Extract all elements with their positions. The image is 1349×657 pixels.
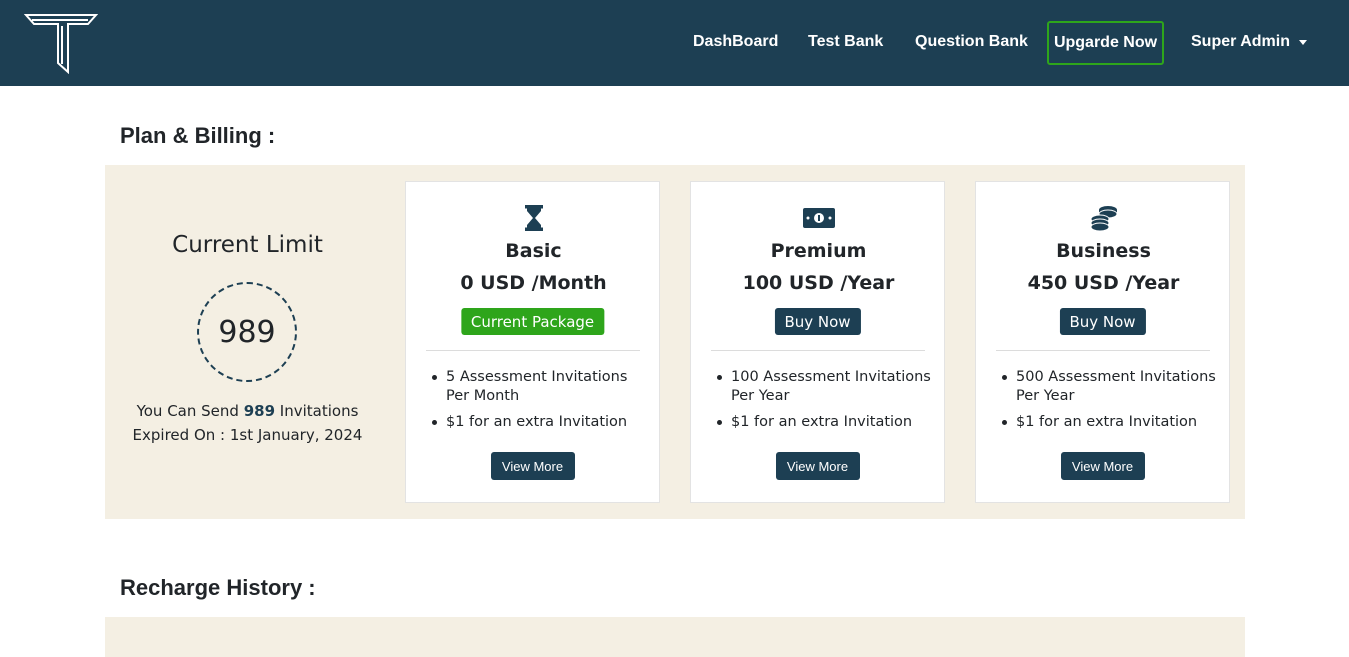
view-more-button[interactable]: View More [775, 452, 860, 480]
plan-name: Premium [770, 240, 867, 262]
user-menu-dropdown[interactable]: Super Admin [1191, 32, 1307, 52]
plan-billing-panel: Current Limit 989 You Can Send 989 Invit… [105, 165, 1245, 519]
plan-card-basic: Basic 0 USD /Month Current Package 5 Ass… [405, 181, 660, 503]
view-more-button[interactable]: View More [1060, 452, 1145, 480]
money-bill-icon [691, 204, 946, 232]
feature-item: 500 Assessment Invitations Per Year [1001, 368, 1216, 406]
plan-name: Basic [505, 240, 562, 262]
feature-item: $1 for an extra Invitation [716, 413, 931, 432]
plan-card-business: Business 450 USD /Year Buy Now 500 Asses… [975, 181, 1230, 503]
buy-now-button[interactable]: Buy Now [774, 308, 861, 335]
top-navbar: DashBoard Test Bank Question Bank Upgard… [0, 0, 1349, 86]
feature-item: $1 for an extra Invitation [431, 413, 646, 432]
plan-features: 5 Assessment Invitations Per Month $1 fo… [431, 368, 646, 439]
current-limit-count: 989 [197, 282, 297, 382]
recharge-history-panel [105, 617, 1245, 657]
plan-features: 100 Assessment Invitations Per Year $1 f… [716, 368, 931, 439]
feature-item: 5 Assessment Invitations Per Month [431, 368, 646, 406]
current-limit-block: Current Limit 989 You Can Send 989 Invit… [105, 165, 390, 519]
nav-dashboard-link[interactable]: DashBoard [693, 32, 778, 52]
send-count: 989 [243, 402, 276, 420]
invitations-remaining-text: You Can Send 989 Invitations [105, 402, 390, 420]
send-prefix: You Can Send [136, 402, 239, 420]
divider [711, 350, 925, 351]
current-package-button[interactable]: Current Package [460, 308, 605, 335]
user-menu-label: Super Admin [1191, 33, 1290, 50]
plan-name: Business [1056, 240, 1151, 262]
brand-logo[interactable] [24, 12, 98, 74]
chevron-down-icon [1298, 39, 1307, 45]
nav-question-bank-link[interactable]: Question Bank [915, 32, 1028, 52]
plan-features: 500 Assessment Invitations Per Year $1 f… [1001, 368, 1216, 439]
plan-billing-title: Plan & Billing : [120, 123, 276, 148]
divider [996, 350, 1210, 351]
hourglass-icon [406, 204, 661, 232]
view-more-button[interactable]: View More [490, 452, 575, 480]
plan-price: 0 USD /Month [460, 272, 607, 294]
plan-price: 450 USD /Year [1027, 272, 1180, 294]
feature-item: 100 Assessment Invitations Per Year [716, 368, 931, 406]
divider [426, 350, 640, 351]
plan-price: 100 USD /Year [742, 272, 895, 294]
current-limit-heading: Current Limit [172, 232, 323, 258]
send-suffix: Invitations [279, 402, 359, 420]
recharge-history-title: Recharge History : [120, 575, 316, 600]
plan-card-premium: Premium 100 USD /Year Buy Now 100 Assess… [690, 181, 945, 503]
buy-now-button[interactable]: Buy Now [1059, 308, 1146, 335]
nav-test-bank-link[interactable]: Test Bank [808, 32, 883, 52]
expiry-text: Expired On : 1st January, 2024 [132, 426, 363, 444]
coins-icon [976, 204, 1231, 232]
feature-item: $1 for an extra Invitation [1001, 413, 1216, 432]
upgrade-now-button[interactable]: Upgarde Now [1047, 21, 1164, 65]
